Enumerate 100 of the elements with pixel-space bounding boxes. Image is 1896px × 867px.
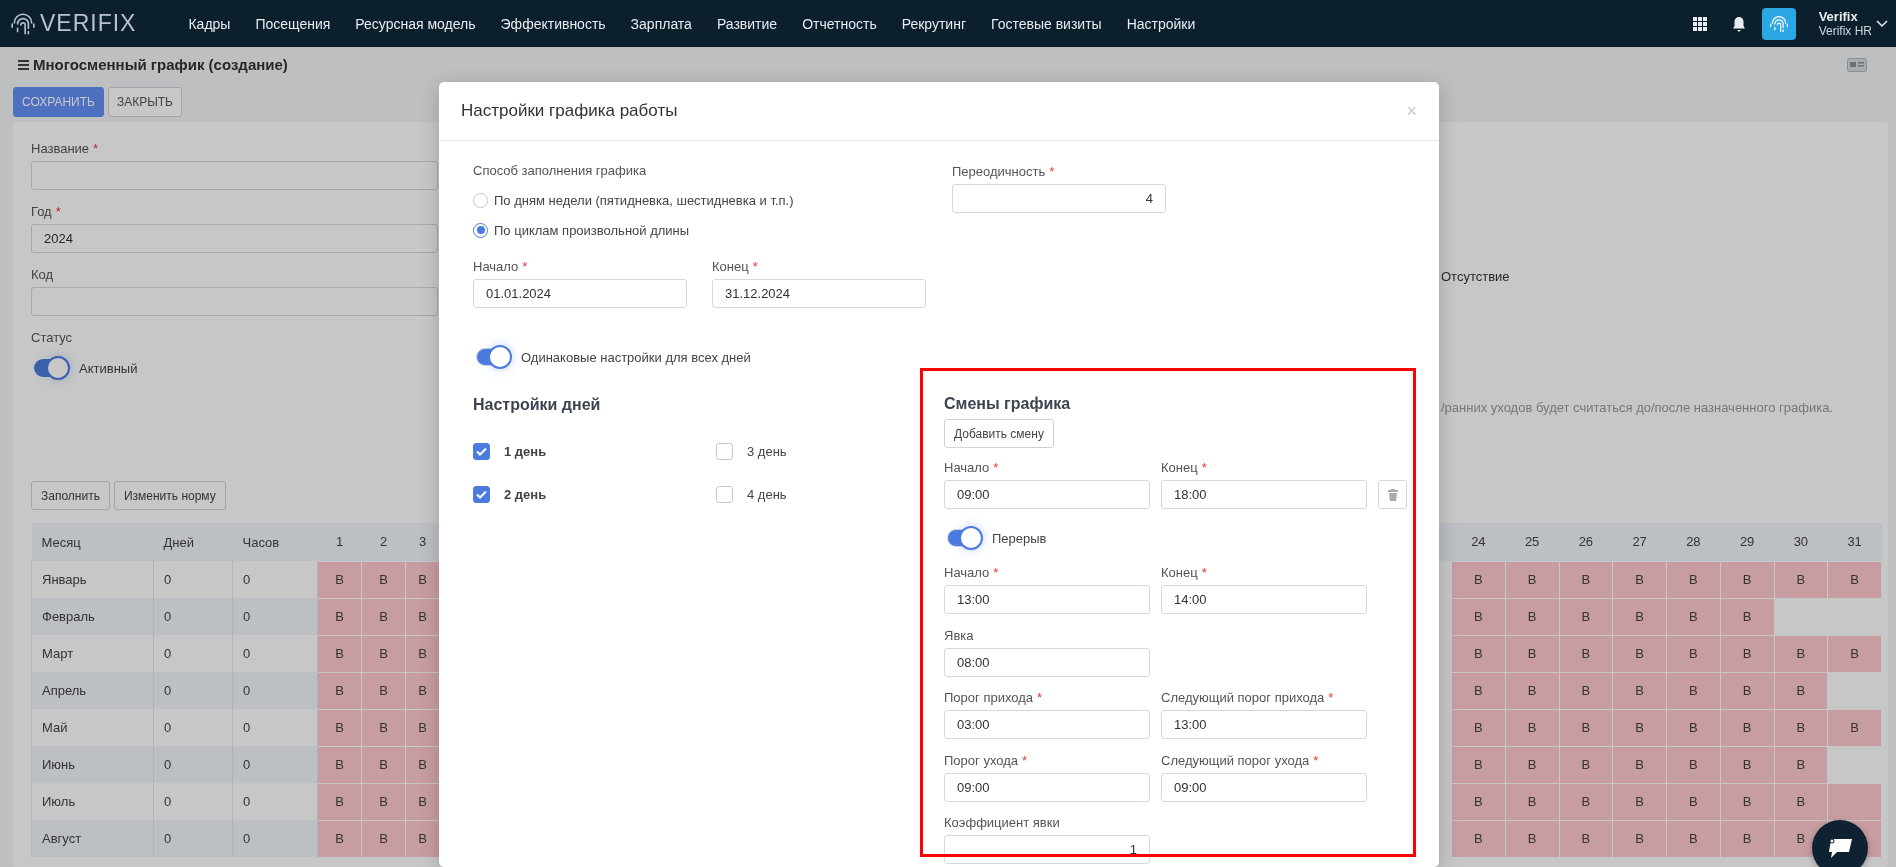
day-cell[interactable]: В <box>1827 709 1882 746</box>
nav-link[interactable]: Рекрутинг <box>901 15 967 32</box>
radio-button[interactable] <box>473 222 488 238</box>
add-shift-button[interactable]: Добавить смену <box>944 419 1054 448</box>
nav-link[interactable]: Настройки <box>1126 15 1196 32</box>
day-cell[interactable]: В <box>405 561 440 598</box>
day-cell[interactable]: В <box>1666 746 1721 783</box>
nav-link[interactable]: Ресурсная модель <box>355 15 476 32</box>
day-cell[interactable]: В <box>1612 746 1667 783</box>
day-cell[interactable]: В <box>317 783 362 820</box>
day-cell[interactable]: В <box>1774 672 1828 709</box>
day-cell[interactable]: В <box>361 709 406 746</box>
day-cell[interactable]: В <box>1720 561 1774 598</box>
toggle-switch[interactable] <box>475 345 513 369</box>
day-cell[interactable]: В <box>1666 783 1721 820</box>
day-cell[interactable]: В <box>317 746 362 783</box>
day-cell[interactable]: В <box>1827 635 1882 672</box>
day-cell[interactable]: В <box>1559 598 1613 635</box>
day-cell[interactable]: В <box>317 598 362 635</box>
day-cell[interactable]: В <box>1451 672 1506 709</box>
day-cell[interactable]: В <box>361 561 406 598</box>
day-cell[interactable]: В <box>361 598 406 635</box>
day-cell[interactable]: В <box>317 709 362 746</box>
day-cell[interactable]: В <box>1505 820 1559 857</box>
day-cell[interactable]: В <box>1612 672 1667 709</box>
day-cell[interactable]: В <box>1774 746 1828 783</box>
day-cell[interactable]: В <box>1505 598 1559 635</box>
day-cell[interactable]: В <box>1666 672 1721 709</box>
day-cell[interactable]: В <box>1612 635 1667 672</box>
day-cell[interactable]: В <box>1451 783 1506 820</box>
day-cell[interactable]: В <box>1451 746 1506 783</box>
input-field[interactable]: 03:00 <box>944 710 1150 739</box>
day-cell[interactable]: В <box>1451 820 1506 857</box>
day-cell[interactable]: В <box>1612 820 1667 857</box>
day-cell[interactable]: В <box>1666 561 1721 598</box>
grid-icon[interactable] <box>1692 16 1707 31</box>
input-field[interactable]: 08:00 <box>944 648 1150 677</box>
day-cell[interactable]: В <box>317 820 362 857</box>
input-field[interactable]: 09:00 <box>944 773 1150 802</box>
day-cell[interactable]: В <box>1720 635 1774 672</box>
action-button[interactable]: Заполнить <box>31 481 110 510</box>
day-cell[interactable]: В <box>361 746 406 783</box>
day-cell[interactable]: В <box>1612 561 1667 598</box>
radio-button[interactable] <box>473 192 488 208</box>
day-cell[interactable]: В <box>1774 783 1828 820</box>
day-cell[interactable]: В <box>361 672 406 709</box>
day-cell[interactable]: В <box>1774 709 1828 746</box>
day-cell[interactable]: В <box>1666 598 1721 635</box>
day-cell[interactable]: В <box>1720 820 1774 857</box>
input-field[interactable]: 09:00 <box>944 480 1150 509</box>
day-cell[interactable]: В <box>317 672 362 709</box>
card-icon[interactable] <box>1847 57 1867 72</box>
close-button[interactable]: ЗАКРЫТЬ <box>107 87 182 117</box>
day-cell[interactable]: В <box>361 783 406 820</box>
day-cell[interactable]: В <box>1505 783 1559 820</box>
day-cell[interactable]: В <box>1827 561 1882 598</box>
day-cell[interactable]: В <box>1559 672 1613 709</box>
input-field[interactable]: 14:00 <box>1161 585 1367 614</box>
day-cell[interactable]: В <box>1559 746 1613 783</box>
save-button[interactable]: СОХРАНИТЬ <box>13 87 104 117</box>
toggle-switch[interactable] <box>33 356 71 380</box>
day-cell[interactable]: В <box>1505 709 1559 746</box>
input-field[interactable]: 31.12.2024 <box>712 279 926 308</box>
avatar[interactable] <box>1761 7 1796 40</box>
day-cell[interactable]: В <box>1559 820 1613 857</box>
day-cell[interactable]: В <box>1720 598 1774 635</box>
delete-button[interactable] <box>1378 480 1407 509</box>
nav-link[interactable]: Кадры <box>188 15 231 32</box>
input-field[interactable] <box>31 161 438 190</box>
input-field[interactable]: 2024 <box>31 224 438 253</box>
checkbox[interactable] <box>473 485 490 503</box>
day-cell[interactable]: В <box>1451 598 1506 635</box>
day-cell[interactable]: В <box>1666 709 1721 746</box>
input-field[interactable]: 1 <box>944 835 1150 864</box>
day-cell[interactable]: В <box>1451 561 1506 598</box>
day-cell[interactable]: В <box>1774 635 1828 672</box>
day-cell[interactable]: В <box>361 635 406 672</box>
input-field[interactable]: 13:00 <box>944 585 1150 614</box>
day-cell[interactable]: В <box>1612 598 1667 635</box>
checkbox[interactable] <box>716 442 733 460</box>
day-cell[interactable]: В <box>1559 783 1613 820</box>
day-cell[interactable]: В <box>1774 561 1828 598</box>
action-button[interactable]: Изменить норму <box>113 481 226 510</box>
day-cell[interactable]: В <box>1612 783 1667 820</box>
input-field[interactable]: 01.01.2024 <box>473 279 687 308</box>
input-field[interactable]: 09:00 <box>1161 773 1367 802</box>
day-cell[interactable]: В <box>1720 672 1774 709</box>
day-cell[interactable]: В <box>1720 746 1774 783</box>
nav-link[interactable]: Отчетность <box>802 15 877 32</box>
day-cell[interactable]: В <box>317 635 362 672</box>
day-cell[interactable]: В <box>1559 709 1613 746</box>
day-cell[interactable]: В <box>1505 672 1559 709</box>
chevron-down-icon[interactable] <box>1876 19 1888 28</box>
nav-link[interactable]: Посещения <box>255 15 331 32</box>
input-field[interactable]: 4 <box>952 184 1166 213</box>
day-cell[interactable]: В <box>1505 561 1559 598</box>
day-cell[interactable]: В <box>1451 709 1506 746</box>
day-cell[interactable]: В <box>1720 783 1774 820</box>
day-cell[interactable]: В <box>317 561 362 598</box>
input-field[interactable]: 18:00 <box>1161 480 1367 509</box>
